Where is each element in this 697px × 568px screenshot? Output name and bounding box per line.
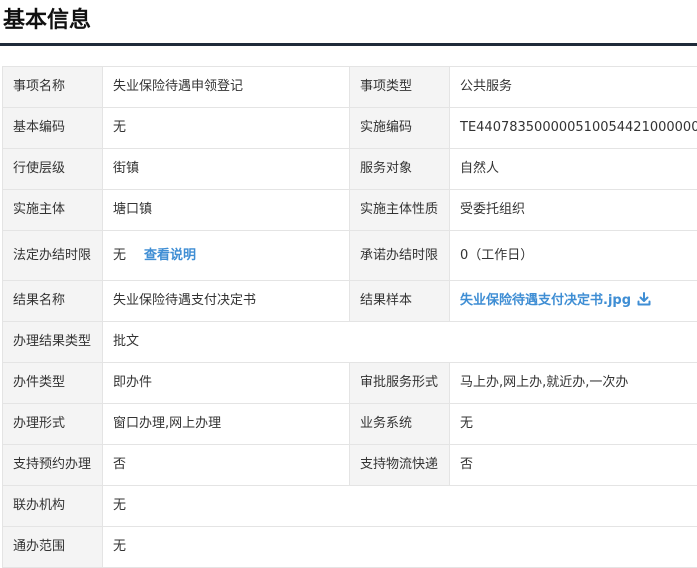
table-row: 支持预约办理 否 支持物流快递 否 — [3, 445, 697, 486]
field-value: 塘口镇 — [103, 190, 350, 231]
field-label: 支持预约办理 — [3, 445, 103, 486]
field-value-cell: 无 查看说明 — [103, 231, 350, 281]
field-value: 失业保险待遇支付决定书 — [103, 281, 350, 322]
field-label: 办理形式 — [3, 404, 103, 445]
field-value: 批文 — [103, 322, 697, 363]
field-value: 无 — [113, 248, 126, 263]
table-row: 法定办结时限 无 查看说明 承诺办结时限 0（工作日） — [3, 231, 697, 281]
download-icon[interactable] — [637, 292, 651, 306]
field-label: 结果样本 — [350, 281, 450, 322]
field-label: 办件类型 — [3, 363, 103, 404]
field-value: 无 — [103, 486, 697, 527]
table-row: 基本编码 无 实施编码 TE44078350000051005442100000… — [3, 108, 697, 149]
field-label: 联办机构 — [3, 486, 103, 527]
result-sample-cell: 失业保险待遇支付决定书.jpg — [450, 281, 697, 322]
field-label: 办理结果类型 — [3, 322, 103, 363]
field-value: 无 — [450, 404, 697, 445]
field-label: 支持物流快递 — [350, 445, 450, 486]
field-label: 承诺办结时限 — [350, 231, 450, 281]
field-value: 马上办,网上办,就近办,一次办 — [450, 363, 697, 404]
field-value: 0（工作日） — [450, 231, 697, 281]
field-value: 窗口办理,网上办理 — [103, 404, 350, 445]
view-explanation-link[interactable]: 查看说明 — [144, 248, 196, 263]
field-value: 受委托组织 — [450, 190, 697, 231]
field-label: 实施编码 — [350, 108, 450, 149]
section-title: 基本信息 — [3, 6, 91, 36]
field-value: 无 — [103, 527, 697, 568]
field-label: 通办范围 — [3, 527, 103, 568]
field-value: 公共服务 — [450, 67, 697, 108]
field-label: 行使层级 — [3, 149, 103, 190]
field-label: 实施主体性质 — [350, 190, 450, 231]
field-label: 服务对象 — [350, 149, 450, 190]
table-row: 办理结果类型 批文 — [3, 322, 697, 363]
field-value: 自然人 — [450, 149, 697, 190]
field-value: 失业保险待遇申领登记 — [103, 67, 350, 108]
basic-info-table: 事项名称 失业保险待遇申领登记 事项类型 公共服务 基本编码 无 实施编码 TE… — [2, 66, 697, 568]
result-sample-download-link[interactable]: 失业保险待遇支付决定书.jpg — [460, 293, 651, 308]
result-sample-filename: 失业保险待遇支付决定书.jpg — [460, 293, 631, 308]
title-underline — [0, 43, 697, 46]
table-row: 行使层级 街镇 服务对象 自然人 — [3, 149, 697, 190]
field-value: 即办件 — [103, 363, 350, 404]
field-label: 事项类型 — [350, 67, 450, 108]
field-value: TE440783500000510054421000000​76 — [450, 108, 697, 149]
field-label: 结果名称 — [3, 281, 103, 322]
field-value: 否 — [450, 445, 697, 486]
field-value: 无 — [103, 108, 350, 149]
table-row: 结果名称 失业保险待遇支付决定书 结果样本 失业保险待遇支付决定书.jpg — [3, 281, 697, 322]
field-value: 否 — [103, 445, 350, 486]
section-header: 基本信息 — [0, 0, 697, 47]
table-row: 实施主体 塘口镇 实施主体性质 受委托组织 — [3, 190, 697, 231]
field-label: 法定办结时限 — [3, 231, 103, 281]
field-label: 审批服务形式 — [350, 363, 450, 404]
table-row: 事项名称 失业保险待遇申领登记 事项类型 公共服务 — [3, 67, 697, 108]
table-row: 联办机构 无 — [3, 486, 697, 527]
field-label: 事项名称 — [3, 67, 103, 108]
table-row: 通办范围 无 — [3, 527, 697, 568]
field-value: 街镇 — [103, 149, 350, 190]
table-row: 办理形式 窗口办理,网上办理 业务系统 无 — [3, 404, 697, 445]
field-label: 业务系统 — [350, 404, 450, 445]
field-label: 实施主体 — [3, 190, 103, 231]
field-label: 基本编码 — [3, 108, 103, 149]
table-row: 办件类型 即办件 审批服务形式 马上办,网上办,就近办,一次办 — [3, 363, 697, 404]
